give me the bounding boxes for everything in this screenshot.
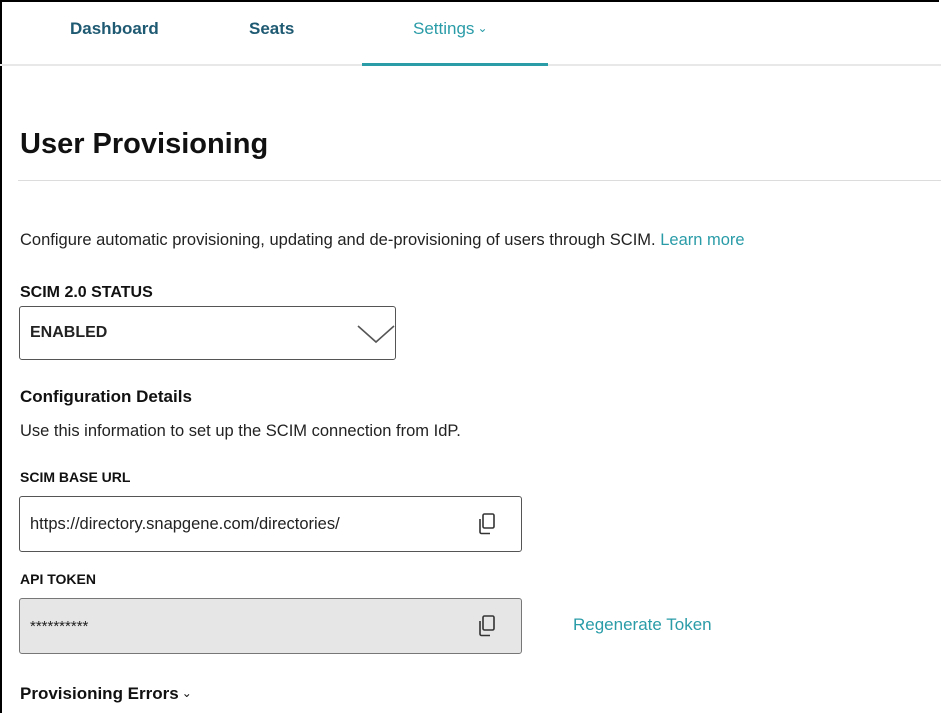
copy-icon[interactable] [476,614,498,638]
provisioning-errors-label: Provisioning Errors [20,684,179,703]
top-nav: Dashboard Seats Settings ⌄ [0,0,941,66]
chevron-down-icon [357,325,395,344]
tab-seats[interactable]: Seats [249,19,294,39]
scim-status-value: ENABLED [30,324,108,341]
title-divider [18,180,941,181]
page-title: User Provisioning [20,128,269,160]
scim-status-label: SCIM 2.0 STATUS [20,284,153,301]
learn-more-link[interactable]: Learn more [660,231,744,249]
config-details-description: Use this information to set up the SCIM … [20,422,461,440]
intro-description: Configure automatic provisioning, updati… [20,231,656,249]
tab-settings-label: Settings [413,19,475,38]
active-tab-indicator [362,63,548,66]
provisioning-errors-toggle[interactable]: Provisioning Errors ⌄ [20,684,192,704]
chevron-down-icon: ⌄ [477,21,488,35]
scim-base-url-value: https://directory.snapgene.com/directori… [30,515,340,533]
api-token-label: API TOKEN [20,571,96,587]
tab-dashboard[interactable]: Dashboard [70,19,159,39]
scim-status-select[interactable]: ENABLED [19,306,396,360]
config-details-title: Configuration Details [20,387,192,406]
regenerate-token-link[interactable]: Regenerate Token [573,615,712,635]
api-token-field[interactable]: ********** [19,598,522,654]
chevron-down-icon: ⌄ [181,686,192,700]
tab-settings[interactable]: Settings ⌄ [413,19,488,39]
copy-icon[interactable] [476,512,498,536]
api-token-value: ********** [30,618,89,635]
intro-text: Configure automatic provisioning, updati… [20,231,745,250]
scim-base-url-label: SCIM BASE URL [20,469,131,485]
scim-base-url-field[interactable]: https://directory.snapgene.com/directori… [19,496,522,552]
